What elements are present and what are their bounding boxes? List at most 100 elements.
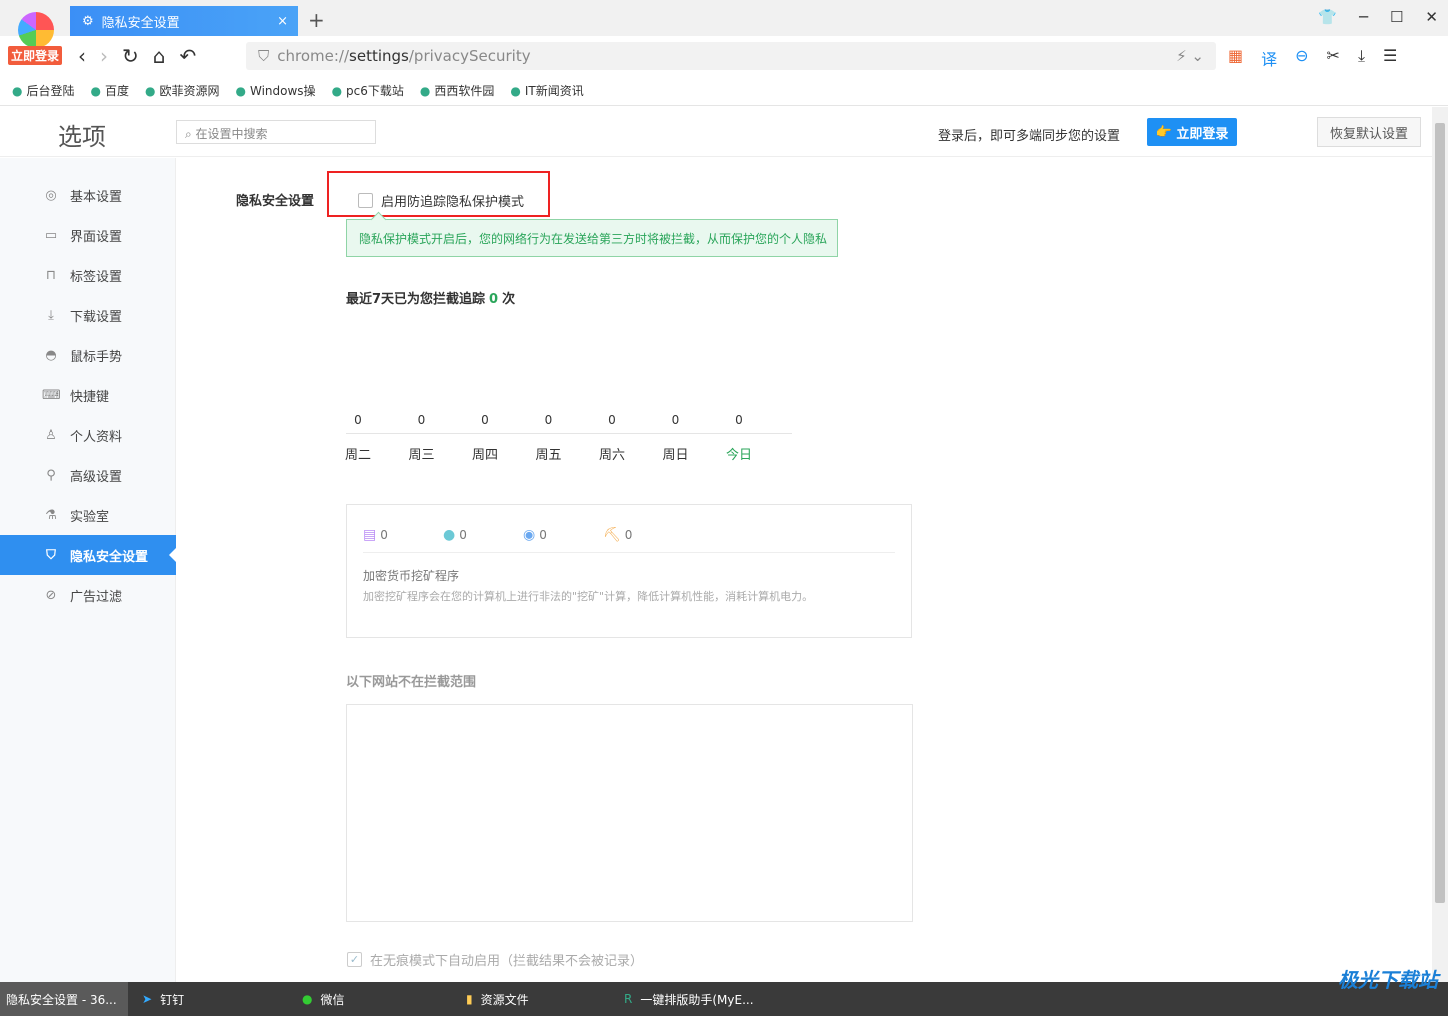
undo-close-button[interactable]: ↶: [179, 44, 196, 68]
sidebar-item-label: 隐私安全设置: [70, 549, 149, 565]
cookie-icon: ●: [443, 527, 456, 543]
day-label: 周六: [598, 448, 625, 463]
tracker-counter: ⛏ 0: [603, 527, 683, 543]
login-button[interactable]: 👉 立即登录: [1147, 118, 1237, 146]
sidebar-item-label: 实验室: [70, 509, 110, 525]
exclusion-title: 以下网站不在拦截范围: [346, 675, 477, 690]
privacy-settings: 隐私安全设置 启用防追踪隐私保护模式 隐私保护模式开启后，您的网络行为在发送给第…: [177, 158, 1432, 982]
search-placeholder: 在设置中搜索: [195, 127, 268, 141]
day-label: 周五: [535, 448, 562, 463]
sidebar-item[interactable]: ▭ 界面设置: [0, 215, 176, 255]
forward-button[interactable]: ›: [100, 44, 108, 68]
shield-icon: ⛉: [46, 547, 56, 563]
new-tab-button[interactable]: +: [308, 8, 325, 32]
checkbox[interactable]: [358, 193, 373, 208]
bookmark-icon: ●: [12, 84, 23, 98]
lightning-icon[interactable]: ⚡ ⌄: [1176, 47, 1204, 65]
scrollbar[interactable]: [1432, 107, 1448, 982]
back-button[interactable]: ‹: [78, 44, 86, 68]
folder-icon: ▮: [466, 992, 473, 1006]
sidebar-item[interactable]: ⊘ 广告过滤: [0, 575, 176, 615]
stat-prefix: 最近7天已为您拦截追踪: [346, 292, 486, 307]
bookmark[interactable]: ● Windows操: [236, 82, 316, 99]
settings-search-input[interactable]: ⌕ 在设置中搜索: [176, 120, 376, 144]
bookmark[interactable]: ● IT新闻资讯: [510, 82, 583, 99]
close-window-button[interactable]: ✕: [1425, 8, 1438, 26]
taskbar-item[interactable]: ● 微信: [302, 982, 345, 1016]
login-label: 立即登录: [1176, 126, 1229, 142]
sidebar-item[interactable]: ⌨ 快捷键: [0, 375, 176, 415]
taskbar-label: 隐私安全设置 - 36...: [6, 992, 117, 1007]
taskbar: 隐私安全设置 - 36... ➤ 钉钉 ● 微信 ▮ 资源文件 R 一键排版助手(MyE…: [0, 968, 1448, 1016]
skin-icon[interactable]: 👕: [1318, 8, 1337, 26]
day-label: 周四: [471, 448, 498, 463]
taskbar-item[interactable]: ▮ 资源文件: [466, 982, 529, 1016]
browser-tab[interactable]: ⚙ 隐私安全设置 ×: [70, 6, 298, 36]
wechat-icon: ●: [302, 992, 313, 1006]
taskbar-item[interactable]: ➤ 钉钉: [142, 982, 184, 1016]
tab-title: 隐私安全设置: [101, 15, 180, 31]
card-description: 加密挖矿程序会在您的计算机上进行非法的"挖矿"计算，降低计算机性能，消耗计算机电…: [363, 590, 814, 603]
sidebar-item[interactable]: ⊓ 标签设置: [0, 255, 176, 295]
flask-icon: ⚗: [45, 507, 57, 523]
target-icon: ◎: [45, 187, 57, 203]
day-label: 今日: [725, 448, 752, 463]
counter-value: 0: [380, 528, 388, 542]
exclusion-list[interactable]: [346, 704, 913, 922]
checkbox[interactable]: ✓: [347, 952, 362, 967]
sidebar-item-label: 界面设置: [70, 229, 123, 245]
sidebar-item[interactable]: ◎ 基本设置: [0, 175, 176, 215]
maximize-button[interactable]: ☐: [1390, 8, 1403, 26]
anti-tracking-toggle[interactable]: 启用防追踪隐私保护模式: [358, 191, 524, 210]
sidebar-item[interactable]: ⤓ 下载设置: [0, 295, 176, 335]
scissors-icon[interactable]: ✂: [1327, 46, 1340, 70]
sidebar-item[interactable]: ⛉ 隐私安全设置: [0, 535, 176, 575]
bookmark-icon: ●: [235, 84, 246, 98]
bookmark[interactable]: ● 后台登陆: [12, 82, 75, 99]
sidebar-item-label: 鼠标手势: [70, 349, 123, 365]
bookmarks-bar: ● 后台登陆 ● 百度 ● 欧菲资源网 ● Windows操 ● pc6下载站 ● 西西软件…: [0, 76, 1448, 106]
day-label: 周日: [662, 448, 689, 463]
taskbar-label: 微信: [320, 992, 345, 1007]
taskbar-item[interactable]: R 一键排版助手(MyE...: [624, 982, 754, 1016]
close-tab-icon[interactable]: ×: [277, 14, 288, 29]
download-icon[interactable]: ⤓: [1358, 46, 1365, 70]
menu-icon[interactable]: ☰: [1383, 46, 1397, 70]
tab-icon: ⊓: [45, 267, 57, 283]
apps-icon[interactable]: ▦: [1228, 46, 1243, 70]
sidebar-item[interactable]: ♙ 个人资料: [0, 415, 176, 455]
window-icon: ▭: [44, 227, 58, 243]
bookmark[interactable]: ● 欧菲资源网: [145, 82, 220, 99]
counter-value: 0: [459, 528, 467, 542]
home-button[interactable]: ⌂: [153, 44, 166, 68]
bookmark[interactable]: ● 百度: [91, 82, 130, 99]
taskbar-label: 钉钉: [160, 992, 185, 1007]
incognito-toggle[interactable]: ✓ 在无痕模式下自动启用（拦截结果不会被记录）: [347, 950, 643, 969]
sidebar-item[interactable]: ⚲ 高级设置: [0, 455, 176, 495]
minimize-button[interactable]: ─: [1359, 8, 1368, 26]
sidebar-item[interactable]: ◓ 鼠标手势: [0, 335, 176, 375]
address-bar[interactable]: ⛉ chrome://settings/privacySecurity ⚡ ⌄: [246, 42, 1216, 70]
bookmark[interactable]: ● pc6下载站: [332, 82, 404, 99]
stat-suffix: 次: [502, 292, 516, 307]
url-path: /privacySecurity: [408, 47, 531, 65]
gear-icon: ⚙: [82, 13, 94, 29]
translate-icon[interactable]: 译: [1261, 46, 1277, 70]
adblock-icon[interactable]: ⊖: [1295, 46, 1308, 70]
browser-logo[interactable]: 立即登录: [8, 10, 64, 66]
scrollbar-thumb[interactable]: [1435, 123, 1445, 903]
bookmark-icon: ●: [510, 84, 521, 98]
bookmark[interactable]: ● 西西软件园: [420, 82, 495, 99]
tracker-counter: ◉ 0: [523, 527, 603, 543]
login-badge[interactable]: 立即登录: [8, 46, 63, 65]
sidebar-item[interactable]: ⚗ 实验室: [0, 495, 176, 535]
wrench-icon: ⚲: [46, 467, 56, 483]
app-icon: R: [624, 992, 633, 1006]
bookmark-icon: ●: [90, 84, 101, 98]
day-label: 周二: [344, 448, 371, 463]
reload-button[interactable]: ↻: [122, 44, 139, 68]
restore-defaults-button[interactable]: 恢复默认设置: [1317, 117, 1421, 147]
section-label: 隐私安全设置: [236, 194, 315, 209]
taskbar-item[interactable]: 隐私安全设置 - 36...: [0, 982, 128, 1016]
tip-message: 隐私保护模式开启后，您的网络行为在发送给第三方时将被拦截，从而保护您的个人隐私: [346, 219, 838, 257]
